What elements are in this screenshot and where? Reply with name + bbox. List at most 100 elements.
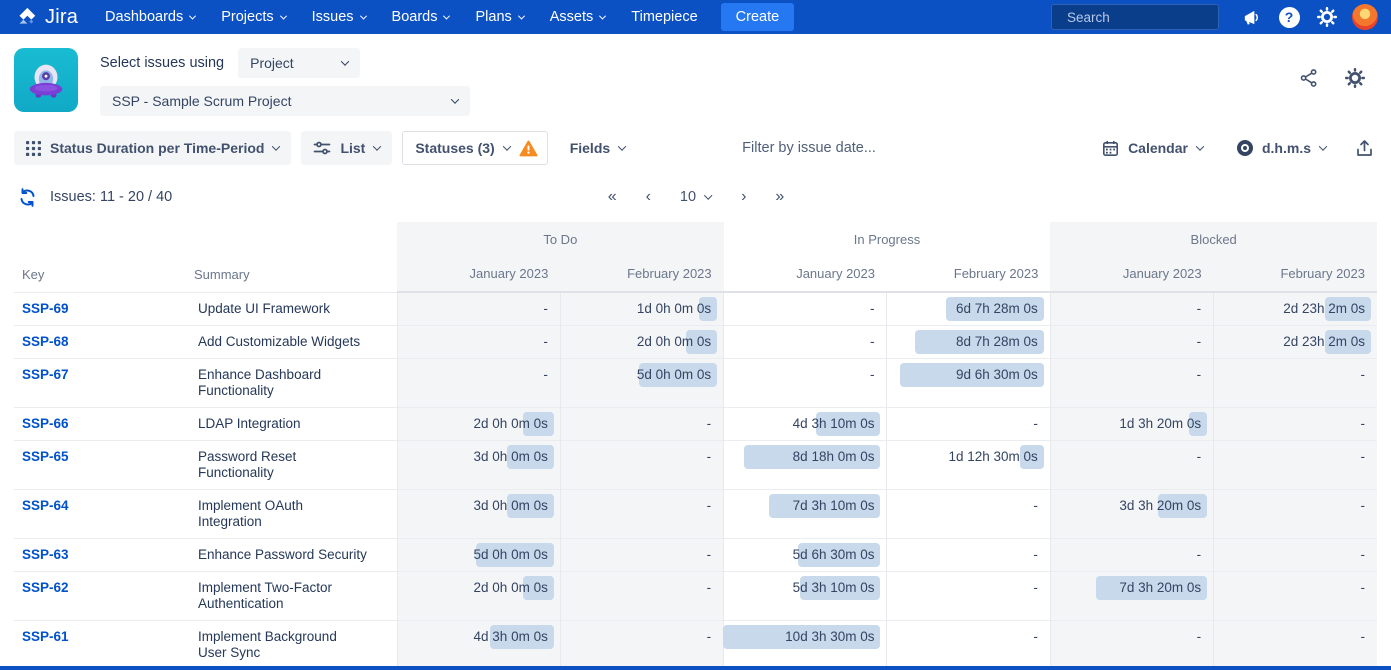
duration-value-wrap: - (1226, 547, 1365, 563)
clock-icon (1237, 140, 1253, 156)
view-dropdown[interactable]: List (301, 131, 392, 165)
status-duration-table: KeySummaryTo DoIn ProgressBlockedJanuary… (14, 222, 1377, 670)
duration-value: - (1033, 580, 1038, 596)
next-page-button[interactable]: › (741, 188, 745, 206)
issue-key-link[interactable]: SSP-66 (22, 416, 69, 431)
fields-label: Fields (570, 140, 610, 156)
last-page-button[interactable]: » (775, 188, 783, 206)
issue-key-link[interactable]: SSP-68 (22, 334, 69, 349)
duration-cell: - (724, 359, 887, 408)
duration-cell: 2d 23h 2m 0s (1214, 292, 1377, 326)
issue-key-cell: SSP-65 (14, 441, 186, 490)
select-mode-value: Project (250, 55, 294, 71)
page-size-dropdown[interactable]: 10 (680, 189, 711, 205)
create-button[interactable]: Create (721, 3, 795, 31)
duration-value-wrap: - (573, 416, 711, 432)
announcement-icon[interactable] (1235, 1, 1267, 33)
report-type-dropdown[interactable]: Status Duration per Time-Period (14, 131, 291, 165)
issue-summary-cell: Add Customizable Widgets (186, 326, 397, 359)
nav-item-timepiece[interactable]: Timepiece (618, 0, 710, 34)
settings-gear-icon[interactable] (1311, 1, 1343, 33)
refresh-icon[interactable] (18, 188, 37, 207)
select-issues-label: Select issues using (100, 55, 224, 71)
duration-value-wrap: 7d 3h 10m 0s (736, 498, 874, 514)
duration-cell: 2d 23h 2m 0s (1214, 326, 1377, 359)
project-dropdown[interactable]: SSP - Sample Scrum Project (100, 86, 470, 116)
issue-key-link[interactable]: SSP-69 (22, 301, 69, 316)
duration-value-wrap: 3d 0h 0m 0s (410, 498, 548, 514)
month-header: February 2023 (887, 257, 1050, 292)
issue-key-cell: SSP-62 (14, 572, 186, 621)
table-row: SSP-69Update UI Framework-1d 0h 0m 0s-6d… (14, 292, 1377, 326)
month-header: January 2023 (724, 257, 887, 292)
top-navbar: Jira DashboardsProjectsIssuesBoardsPlans… (0, 0, 1391, 34)
issue-key-link[interactable]: SSP-64 (22, 498, 69, 513)
duration-value-wrap: 2d 23h 2m 0s (1226, 301, 1365, 317)
duration-value: 8d 18h 0m 0s (793, 449, 875, 465)
issue-key-link[interactable]: SSP-65 (22, 449, 69, 464)
duration-value: - (543, 334, 548, 350)
issue-key-link[interactable]: SSP-63 (22, 547, 69, 562)
first-page-button[interactable]: « (608, 188, 616, 206)
nav-item-issues[interactable]: Issues (299, 0, 379, 34)
duration-cell: - (1050, 326, 1213, 359)
nav-item-plans[interactable]: Plans (462, 0, 536, 34)
duration-value-wrap: 2d 0h 0m 0s (573, 334, 711, 350)
nav-item-boards[interactable]: Boards (379, 0, 463, 34)
fields-dropdown[interactable]: Fields (558, 131, 637, 165)
duration-value: - (1361, 498, 1366, 514)
duration-value: - (1197, 367, 1202, 383)
report-settings-gear-icon[interactable] (1345, 68, 1365, 88)
duration-value-wrap: - (1063, 449, 1201, 465)
select-mode-dropdown[interactable]: Project (238, 48, 360, 78)
export-icon[interactable] (1352, 139, 1377, 158)
issue-key-link[interactable]: SSP-62 (22, 580, 69, 595)
duration-cell: 8d 7h 28m 0s (887, 326, 1050, 359)
prev-page-button[interactable]: ‹ (646, 188, 650, 206)
issue-key-link[interactable]: SSP-61 (22, 629, 69, 644)
duration-value: - (1361, 449, 1366, 465)
user-avatar[interactable] (1349, 1, 1381, 33)
search-box[interactable] (1051, 4, 1219, 30)
duration-value-wrap: - (1063, 334, 1201, 350)
nav-item-label: Timepiece (631, 9, 697, 25)
bottom-window-strip (0, 666, 1391, 670)
duration-value-wrap: - (1226, 629, 1365, 645)
nav-item-projects[interactable]: Projects (208, 0, 298, 34)
help-icon[interactable]: ? (1273, 1, 1305, 33)
issue-summary-cell: Password Reset Functionality (186, 441, 397, 490)
chevron-down-icon (1196, 142, 1204, 150)
duration-value-wrap: 4d 3h 10m 0s (736, 416, 874, 432)
duration-cell: - (560, 621, 723, 670)
duration-cell: - (560, 539, 723, 572)
duration-value-wrap: 7d 3h 20m 0s (1063, 580, 1201, 596)
duration-cell: - (887, 408, 1050, 441)
calendar-label: Calendar (1128, 140, 1188, 156)
duration-cell: 5d 3h 10m 0s (724, 572, 887, 621)
nav-item-dashboards[interactable]: Dashboards (92, 0, 208, 34)
duration-cell: - (887, 621, 1050, 670)
statuses-dropdown[interactable]: Statuses (3) (402, 131, 547, 165)
chevron-down-icon (280, 12, 287, 19)
duration-value: 9d 6h 30m 0s (956, 367, 1038, 383)
chevron-down-icon (704, 191, 712, 199)
issue-summary-cell: Implement Background User Sync (186, 621, 397, 670)
duration-cell: - (1214, 572, 1377, 621)
duration-value-wrap: 2d 23h 2m 0s (1226, 334, 1365, 350)
chevron-down-icon (451, 95, 459, 103)
units-dropdown[interactable]: d.h.m.s (1225, 131, 1338, 165)
issue-date-filter-input[interactable]: Filter by issue date... (742, 140, 876, 156)
calendar-dropdown[interactable]: Calendar (1090, 131, 1215, 165)
report-table-head: KeySummaryTo DoIn ProgressBlockedJanuary… (14, 222, 1377, 292)
duration-cell: 5d 6h 30m 0s (724, 539, 887, 572)
issue-key-link[interactable]: SSP-67 (22, 367, 69, 382)
table-row: SSP-68 Add Customizable Widgets - 2d 0h 0m … (14, 326, 1377, 359)
duration-value: 2d 0h 0m 0s (474, 416, 548, 432)
duration-value-wrap: 4d 3h 0m 0s (410, 629, 548, 645)
nav-item-assets[interactable]: Assets (537, 0, 619, 34)
duration-cell: - (724, 292, 887, 326)
share-icon[interactable] (1299, 68, 1319, 88)
search-input[interactable] (1067, 10, 1244, 25)
duration-value: - (1197, 449, 1202, 465)
duration-value: - (1033, 416, 1038, 432)
